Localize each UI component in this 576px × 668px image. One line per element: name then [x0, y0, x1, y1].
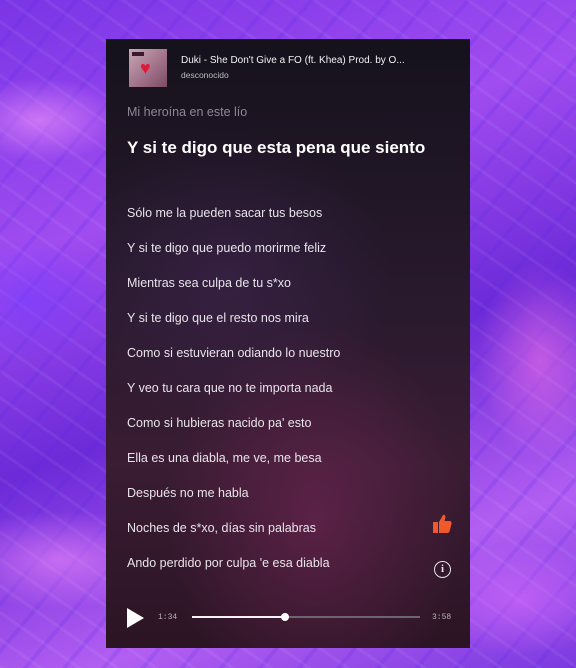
total-time: 3:58: [432, 613, 452, 622]
seek-bar-handle[interactable]: [281, 613, 290, 621]
thumbs-up-icon[interactable]: [431, 513, 453, 535]
song-title: Duki - She Don't Give a FO (ft. Khea) Pr…: [181, 55, 405, 66]
play-icon[interactable]: [125, 607, 145, 629]
album-art: ♥: [129, 49, 167, 87]
info-icon[interactable]: i: [434, 561, 451, 578]
lyric-line: Como si estuvieran odiando lo nuestro: [127, 346, 341, 360]
lyrics-player-card: ♥ Duki - She Don't Give a FO (ft. Khea) …: [106, 39, 470, 648]
lyric-line: Ella es una diabla, me ve, me besa: [127, 451, 322, 465]
elapsed-time: 1:34: [158, 613, 178, 622]
lyric-line: Y si te digo que el resto nos mira: [127, 311, 309, 325]
lyric-line: Y si te digo que puedo morirme feliz: [127, 241, 327, 255]
lyric-line: Mientras sea culpa de tu s*xo: [127, 276, 291, 290]
now-playing-header[interactable]: ♥ Duki - She Don't Give a FO (ft. Khea) …: [106, 39, 470, 91]
lyric-line: Después no me habla: [127, 486, 249, 500]
lyric-line: Ando perdido por culpa 'e esa diabla: [127, 556, 330, 570]
lyric-line-current: Y si te digo que esta pena que siento: [127, 138, 426, 157]
lyric-line-previous: Mi heroína en este lío: [127, 105, 248, 119]
lyric-line: Como si hubieras nacido pa' esto: [127, 416, 312, 430]
artist-name: desconocido: [181, 70, 229, 80]
lyric-line: Y veo tu cara que no te importa nada: [127, 381, 333, 395]
lyric-line: Noches de s*xo, días sin palabras: [127, 521, 316, 535]
lyric-line: Sólo me la pueden sacar tus besos: [127, 206, 323, 220]
seek-bar[interactable]: [192, 613, 420, 621]
seek-bar-progress: [192, 616, 286, 618]
